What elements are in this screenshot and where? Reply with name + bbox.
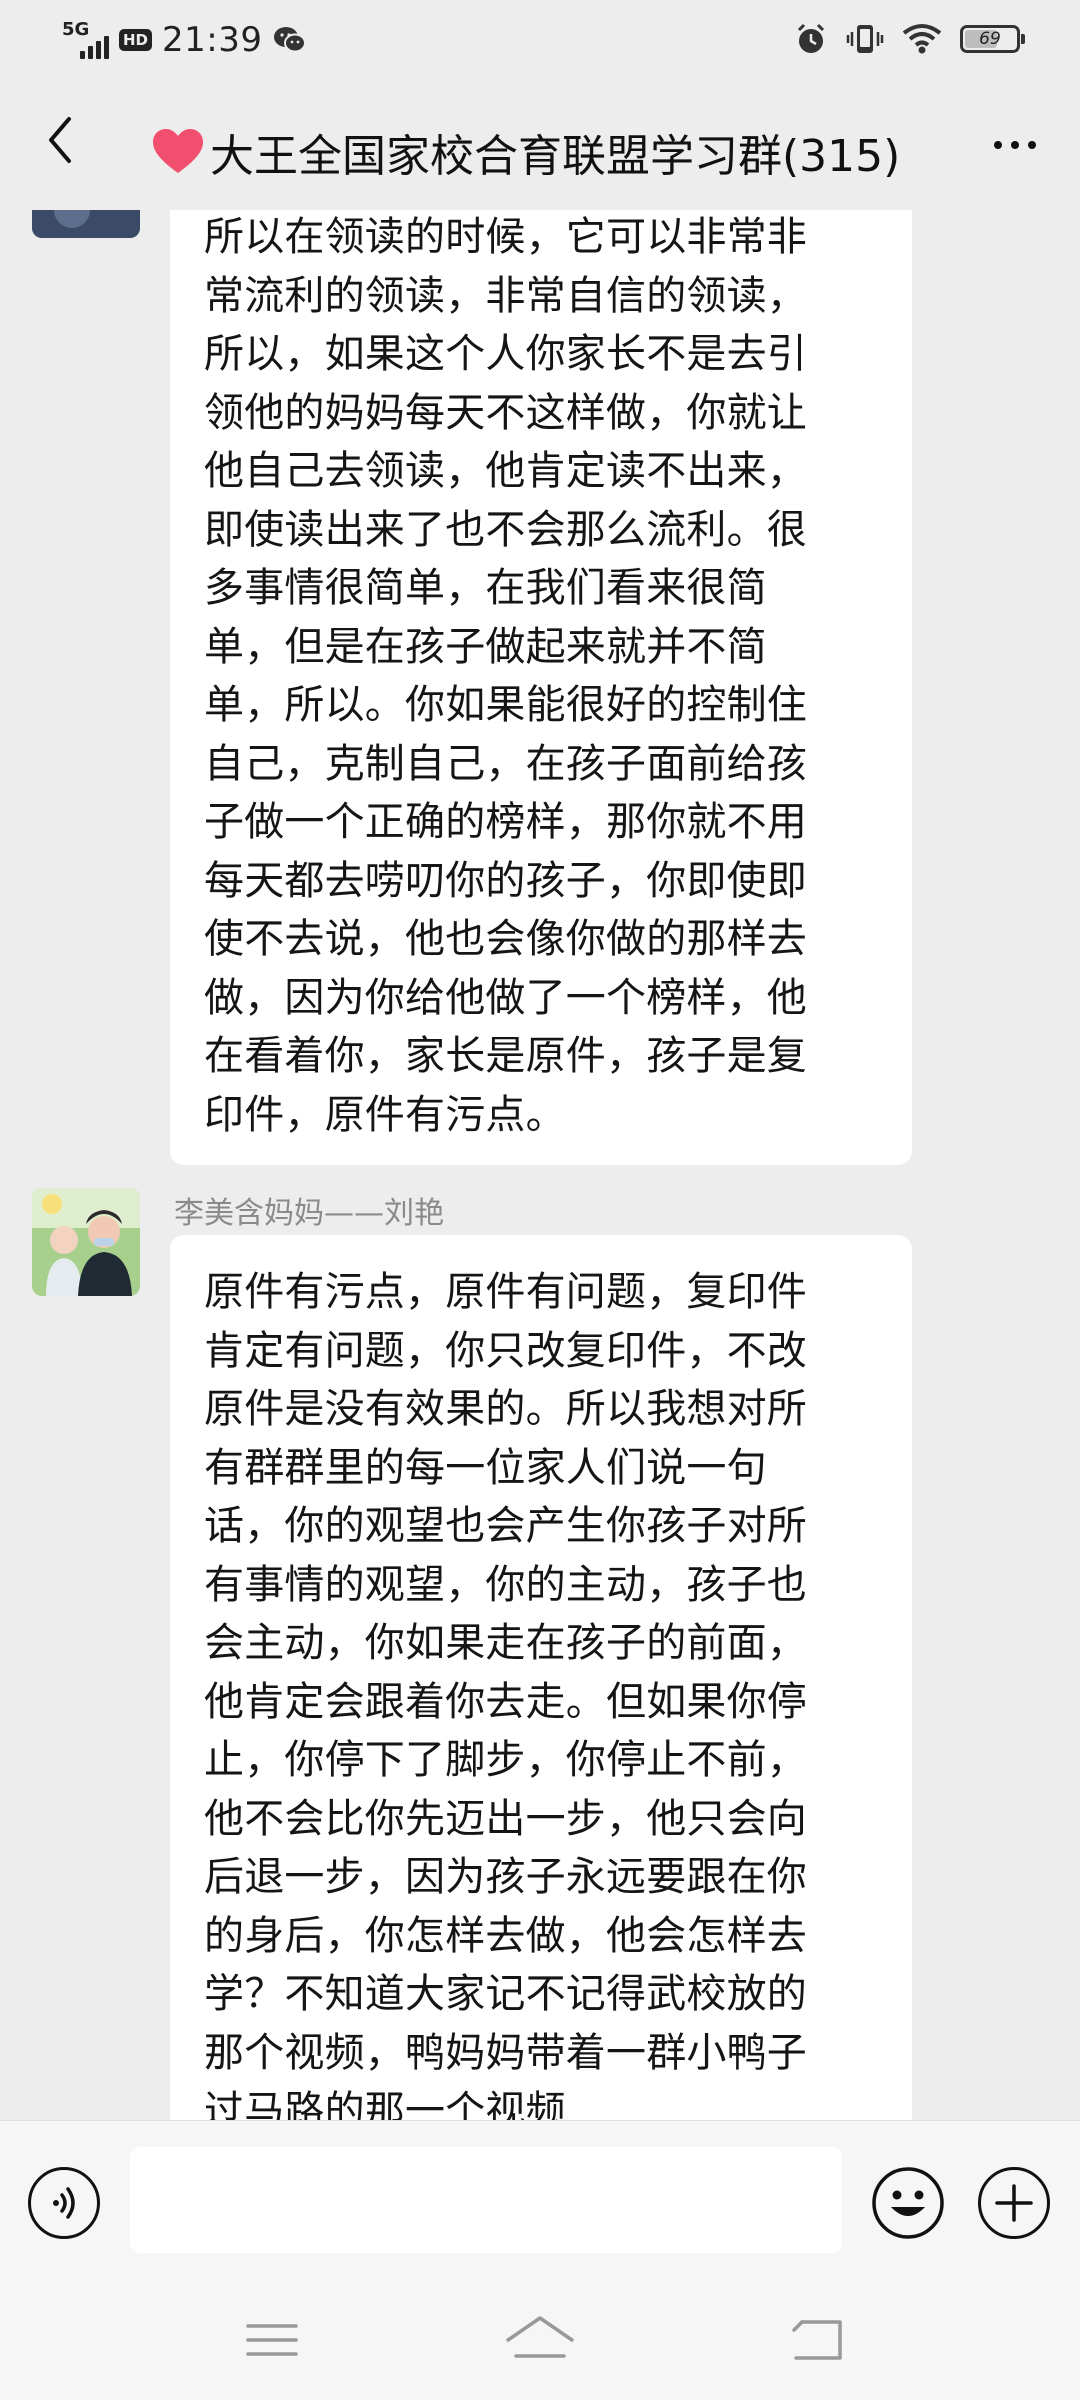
message-line: 即使读出来了也不会那么流利。很 bbox=[204, 506, 807, 553]
message-line: 印件，原件有污点。 bbox=[204, 1091, 566, 1138]
message-line: 肯定有问题，你只改复印件，不改 bbox=[204, 1327, 807, 1374]
home-icon[interactable] bbox=[500, 2310, 580, 2370]
message-line: 多事情很简单，在我们看来很简 bbox=[204, 565, 767, 611]
plus-icon bbox=[995, 2184, 1033, 2222]
group-name: 大王全国家校合育联盟学习群(315) bbox=[210, 131, 901, 182]
chat-title[interactable]: 大王全国家校合育联盟学习群(315) bbox=[150, 120, 930, 184]
message-line: 所以，如果这个人你家长不是去引 bbox=[204, 331, 807, 377]
plus-button[interactable] bbox=[978, 2167, 1050, 2239]
message-line: 学？不知道大家记不记得武校放的 bbox=[204, 1971, 807, 2017]
message-list[interactable]: 所以在领读的时候，它可以非常非 常流利的领读，非常自信的领读， 所以，如果这个人你家… bbox=[0, 210, 1080, 2120]
avatar[interactable] bbox=[32, 1188, 140, 1296]
message-line: 自己，克制自己，在孩子面前给孩 bbox=[204, 740, 807, 787]
emoji-icon[interactable] bbox=[870, 2165, 946, 2241]
message-line: 单，所以。你如果能很好的控制住 bbox=[204, 682, 807, 728]
message-line: 在看着你，家长是原件，孩子是复 bbox=[204, 1033, 807, 1079]
message-line: 他不会比你先迈出一步，他只会向 bbox=[204, 1795, 807, 1842]
avatar[interactable] bbox=[32, 210, 140, 238]
alarm-icon bbox=[797, 23, 825, 53]
message-line: 有事情的观望，你的主动，孩子也 bbox=[204, 1561, 807, 1608]
voice-icon bbox=[53, 2187, 75, 2219]
message-line: 常流利的领读，非常自信的领读， bbox=[204, 272, 807, 319]
heart-icon bbox=[153, 129, 203, 173]
battery-level: 69 bbox=[979, 29, 1001, 49]
message-line: 后退一步，因为孩子永远要跟在你 bbox=[204, 1854, 807, 1900]
input-bar bbox=[0, 2120, 1080, 2281]
message-line: 领他的妈妈每天不这样做，你就让 bbox=[204, 389, 807, 436]
message-line: 所以在领读的时候，它可以非常非 bbox=[204, 214, 807, 260]
message-line: 原件是没有效果的。所以我想对所 bbox=[204, 1386, 807, 1432]
status-left: 5G HD 21:39 bbox=[62, 19, 307, 60]
message-bubble[interactable]: 所以在领读的时候，它可以非常非 常流利的领读，非常自信的领读， 所以，如果这个人你家… bbox=[170, 210, 912, 1165]
message-line: 止，你停下了脚步，你停止不前， bbox=[204, 1737, 807, 1783]
wifi-icon bbox=[902, 24, 942, 54]
message-line: 那个视频，鸭妈妈带着一群小鸭子 bbox=[204, 2029, 807, 2076]
vibrate-icon bbox=[846, 25, 884, 53]
network-label: 5G bbox=[62, 19, 90, 40]
hd-badge: HD bbox=[119, 29, 153, 51]
voice-button[interactable] bbox=[28, 2167, 100, 2239]
more-button[interactable] bbox=[980, 120, 1050, 170]
status-right: 69 bbox=[794, 22, 1025, 56]
system-nav-bar bbox=[0, 2280, 1080, 2400]
message-line: 原件有污点，原件有问题，复印件 bbox=[204, 1269, 807, 1315]
message-line: 每天都去唠叨你的孩子，你即使即 bbox=[204, 857, 807, 904]
status-bar: 5G HD 21:39 69 bbox=[0, 0, 1080, 80]
wechat-icon bbox=[273, 27, 306, 53]
message-line: 他自己去领读，他肯定读不出来， bbox=[204, 448, 807, 494]
chevron-left-icon bbox=[49, 117, 71, 163]
message-line: 有群群里的每一位家人们说一句 bbox=[204, 1444, 767, 1491]
menu-icon[interactable] bbox=[232, 2310, 312, 2370]
message-line: 会主动，你如果走在孩子的前面， bbox=[204, 1620, 807, 1666]
message-line: 他肯定会跟着你去走。但如果你停 bbox=[204, 1678, 807, 1725]
back-icon[interactable] bbox=[780, 2310, 860, 2370]
signal-icon: 5G bbox=[62, 19, 109, 59]
more-dots-icon bbox=[994, 141, 1002, 149]
chat-header: 大王全国家校合育联盟学习群(315) bbox=[0, 80, 1080, 210]
message-text: 原件有污点，原件有问题，复印件 肯定有问题，你只改复印件，不改 原件是没有效果的。所… bbox=[204, 1263, 882, 2120]
battery-icon: 69 bbox=[960, 25, 1025, 53]
message-line: 单，但是在孩子做起来就并不简 bbox=[204, 623, 767, 670]
message-input[interactable] bbox=[130, 2147, 842, 2253]
message-line: 话，你的观望也会产生你孩子对所 bbox=[204, 1503, 807, 1549]
message-text: 所以在领读的时候，它可以非常非 常流利的领读，非常自信的领读， 所以，如果这个人你家… bbox=[204, 210, 882, 1144]
chat-screen: 5G HD 21:39 69 大王全国家校合育联盟学习群(315) 所以在领读的… bbox=[0, 0, 1080, 2400]
message-line: 做，因为你给他做了一个榜样，他 bbox=[204, 974, 807, 1021]
back-button[interactable] bbox=[30, 110, 90, 170]
message-line: 过马路的那一个视频 bbox=[204, 2088, 566, 2120]
message-line: 使不去说，他也会像你做的那样去 bbox=[204, 916, 807, 962]
message-line: 的身后，你怎样去做，他会怎样去 bbox=[204, 1912, 807, 1959]
status-time: 21:39 bbox=[162, 20, 263, 60]
message-bubble[interactable]: 原件有污点，原件有问题，复印件 肯定有问题，你只改复印件，不改 原件是没有效果的。所… bbox=[170, 1235, 912, 2120]
sender-name: 李美含妈妈——刘艳 bbox=[174, 1196, 444, 1231]
message-line: 子做一个正确的榜样，那你就不用 bbox=[204, 799, 807, 845]
